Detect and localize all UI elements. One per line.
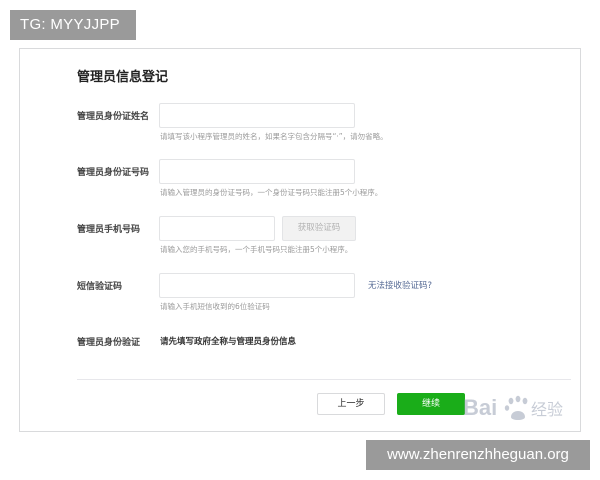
name-hint: 请填写该小程序管理员的姓名，如果名字包含分隔号“·”，请勿省略。 xyxy=(160,132,388,141)
footer-url-badge: www.zhenrenzhheguan.org xyxy=(366,440,590,470)
form-title: 管理员信息登记 xyxy=(77,70,169,85)
divider xyxy=(77,379,571,380)
sms-code-label: 短信验证码 xyxy=(77,282,123,292)
name-label: 管理员身份证姓名 xyxy=(77,112,150,122)
cannot-receive-code-link[interactable]: 无法接收验证码? xyxy=(368,279,432,291)
phone-label: 管理员手机号码 xyxy=(77,225,141,235)
id-number-label: 管理员身份证号码 xyxy=(77,168,150,178)
get-code-button[interactable]: 获取验证码 xyxy=(282,216,356,241)
identity-verify-text: 请先填写政府全称与管理员身份信息 xyxy=(160,337,297,347)
svg-text:经验: 经验 xyxy=(531,400,563,419)
name-input[interactable] xyxy=(159,103,355,128)
sms-code-hint: 请输入手机短信收到的6位验证码 xyxy=(160,302,270,311)
baidu-jingyan-watermark-logo: Bai 经验 xyxy=(463,395,563,420)
prev-step-button[interactable]: 上一步 xyxy=(317,393,385,415)
id-number-hint: 请输入管理员的身份证号码，一个身份证号码只能注册5个小程序。 xyxy=(160,188,383,197)
id-number-input[interactable] xyxy=(159,159,355,184)
identity-verify-label: 管理员身份验证 xyxy=(77,338,141,348)
top-tag-badge: TG: MYYJJPP xyxy=(10,10,136,40)
phone-input[interactable] xyxy=(159,216,275,241)
svg-text:Bai: Bai xyxy=(463,395,497,420)
phone-hint: 请输入您的手机号码，一个手机号码只能注册5个小程序。 xyxy=(160,245,353,254)
continue-button[interactable]: 继续 xyxy=(397,393,465,415)
registration-panel: 管理员信息登记 管理员身份证姓名 请填写该小程序管理员的姓名，如果名字包含分隔号… xyxy=(19,48,581,432)
sms-code-input[interactable] xyxy=(159,273,355,298)
